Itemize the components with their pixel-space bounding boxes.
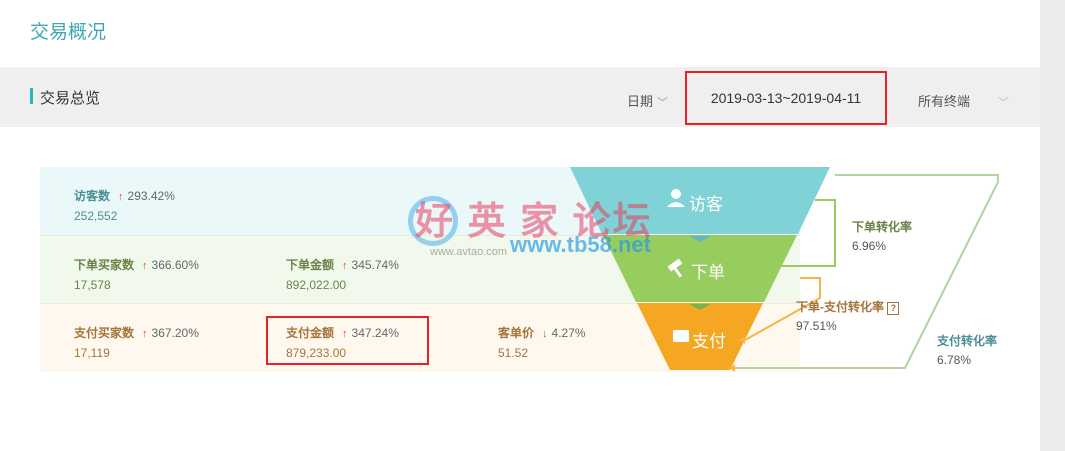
metric-name: 支付买家数: [74, 326, 135, 340]
date-filter-label: 日期: [627, 94, 654, 109]
metric-change: 293.42%: [127, 189, 175, 203]
rate-name: 下单转化率: [852, 220, 913, 234]
terminal-select[interactable]: 所有终端 ﹀: [918, 91, 1009, 110]
rate-name: 支付转化率: [937, 334, 998, 348]
order-pay-rate: 下单-支付转化率 ? 97.51%: [796, 298, 900, 333]
pay-amount-highlight: [266, 316, 429, 365]
user-icon: [671, 189, 681, 199]
watermark-url: www.tb58.net: [510, 232, 651, 257]
metric-change: 366.60%: [151, 258, 199, 272]
funnel-visit-label: 访客: [689, 195, 723, 214]
rate-value: 6.96%: [852, 239, 887, 253]
date-filter[interactable]: 日期 ﹀: [627, 91, 668, 110]
terminal-select-label: 所有终端: [918, 94, 971, 109]
chevron-down-icon: ﹀: [657, 97, 669, 109]
visitor-metric: 访客数 ↑ 293.42% 252,552: [74, 187, 175, 223]
scrollbar[interactable]: [1040, 0, 1065, 451]
metric-name: 下单金额: [286, 258, 335, 272]
metric-name: 访客数: [74, 189, 111, 203]
metric-value: 17,119: [74, 346, 110, 360]
wallet-icon: [673, 330, 689, 342]
pay-buyers-metric: 支付买家数 ↑ 367.20% 17,119: [74, 324, 199, 360]
metric-value: 892,022.00: [286, 278, 347, 292]
funnel-pay-label: 支付: [692, 332, 726, 351]
arrow-up-icon: ↑: [118, 191, 124, 203]
chevron-down-icon: ﹀: [998, 97, 1010, 109]
arrow-up-icon: ↑: [342, 260, 348, 272]
rate-value: 97.51%: [796, 319, 837, 333]
page-title: 交易概况: [30, 22, 107, 43]
metric-name: 客单价: [498, 326, 535, 340]
pay-rate: 支付转化率 6.78%: [937, 332, 997, 367]
metric-value: 252,552: [74, 209, 118, 223]
order-amount-metric: 下单金额 ↑ 345.74% 892,022.00: [286, 256, 399, 292]
date-range-picker[interactable]: 2019-03-13~2019-04-11: [685, 71, 887, 125]
arrow-up-icon: ↑: [142, 328, 148, 340]
section-title: 交易总览: [40, 90, 101, 107]
rate-value: 6.78%: [937, 353, 972, 367]
arrow-up-icon: ↑: [142, 260, 148, 272]
metric-change: 345.74%: [351, 258, 399, 272]
metric-change: 367.20%: [151, 326, 199, 340]
funnel-order-label: 下单: [691, 263, 725, 282]
section-marker: [30, 88, 33, 104]
metric-value: 17,578: [74, 278, 111, 292]
watermark-sub: www.avtao.com: [430, 246, 508, 258]
metric-name: 下单买家数: [74, 258, 135, 272]
help-icon[interactable]: ?: [887, 302, 900, 315]
overview-header: 交易总览 日期 ﹀ 2019-03-13~2019-04-11 所有终端 ﹀: [0, 67, 1040, 127]
arrow-down-icon: ↓: [542, 328, 548, 340]
rate-name: 下单-支付转化率: [796, 300, 884, 314]
order-rate: 下单转化率 6.96%: [852, 218, 912, 253]
order-buyers-metric: 下单买家数 ↑ 366.60% 17,578: [74, 256, 199, 292]
